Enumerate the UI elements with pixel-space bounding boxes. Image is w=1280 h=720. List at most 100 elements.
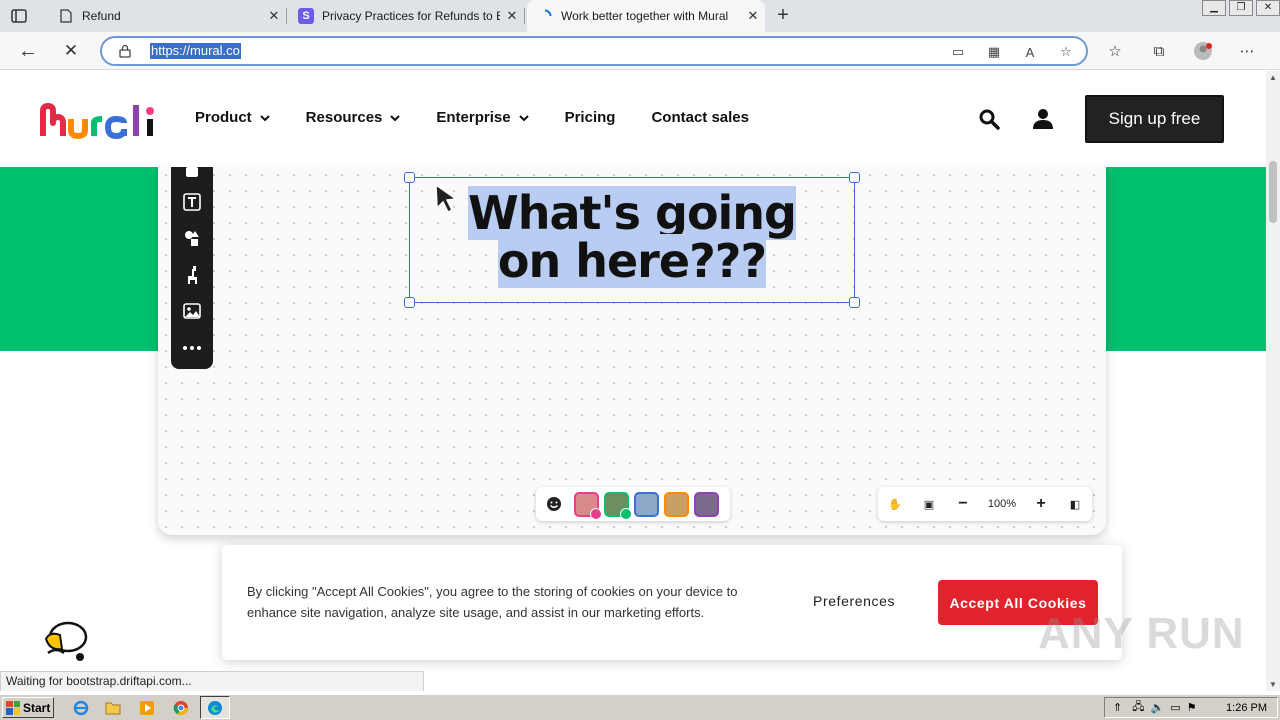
- smiley-icon[interactable]: [542, 492, 566, 516]
- chat-mascot-icon[interactable]: [40, 617, 92, 665]
- nav-enterprise[interactable]: Enterprise: [436, 109, 529, 126]
- resize-handle[interactable]: [849, 172, 860, 183]
- chrome-icon[interactable]: [172, 699, 190, 717]
- ie-icon[interactable]: [72, 699, 90, 717]
- sign-up-free-button[interactable]: Sign up free: [1085, 95, 1224, 143]
- media-player-icon[interactable]: [138, 699, 156, 717]
- tab-privacy-practices[interactable]: S Privacy Practices for Refunds to E ✕: [288, 0, 525, 32]
- profile-avatar[interactable]: [1192, 40, 1214, 62]
- apps-grid-icon[interactable]: ▦: [984, 42, 1004, 62]
- tab-actions-icon[interactable]: [10, 7, 28, 25]
- windows-logo-icon: [6, 700, 20, 715]
- text-tool-icon[interactable]: [182, 192, 202, 212]
- resize-handle[interactable]: [849, 297, 860, 308]
- start-label: Start: [23, 700, 51, 715]
- stop-loading-icon[interactable]: ✕: [60, 40, 82, 62]
- loading-spinner-icon: [537, 8, 553, 24]
- lock-icon[interactable]: [118, 44, 132, 58]
- partially-visible-text: [440, 679, 451, 691]
- url-text[interactable]: https://mural.co: [150, 43, 241, 59]
- shapes-icon[interactable]: [182, 228, 202, 248]
- outline-panel-icon[interactable]: ◧: [1066, 498, 1084, 511]
- page-scrollbar[interactable]: ▲ ▼: [1266, 71, 1280, 691]
- edge-icon[interactable]: [206, 699, 224, 717]
- close-tab-icon[interactable]: ✕: [500, 8, 524, 24]
- heading-line-1: What's going: [468, 186, 797, 240]
- nav-pricing[interactable]: Pricing: [565, 109, 616, 126]
- back-arrow-icon[interactable]: ←: [17, 40, 39, 62]
- chevron-down-icon: [390, 114, 401, 121]
- nav-contact-sales[interactable]: Contact sales: [651, 109, 749, 126]
- mouse-pointer-icon: [435, 183, 459, 213]
- tab-title: Work better together with Mural: [561, 9, 729, 23]
- close-tab-icon[interactable]: ✕: [741, 8, 765, 24]
- scrollbar-thumb[interactable]: [1269, 161, 1277, 223]
- browser-toolbar: ← ✕ https://mural.co ▭ ▦ A ☆ ☆ ⧉ ⋯: [0, 32, 1280, 70]
- device-icon[interactable]: ▭: [948, 42, 968, 62]
- zoom-in-icon[interactable]: +: [1032, 495, 1050, 513]
- resize-handle[interactable]: [404, 172, 415, 183]
- read-aloud-icon[interactable]: A: [1020, 42, 1040, 62]
- address-bar[interactable]: https://mural.co ▭ ▦ A ☆: [100, 36, 1088, 66]
- collections-icon[interactable]: ⧉: [1148, 40, 1170, 62]
- avatar[interactable]: [604, 491, 632, 520]
- llama-icon[interactable]: [182, 265, 202, 285]
- cookie-preferences-button[interactable]: Preferences: [813, 593, 895, 609]
- avatar[interactable]: [634, 491, 659, 517]
- close-window-icon[interactable]: ✕: [1256, 0, 1280, 16]
- nav-label: Product: [195, 109, 252, 126]
- avatar[interactable]: [694, 491, 719, 517]
- zoom-out-icon[interactable]: −: [954, 495, 972, 513]
- s-logo-icon: S: [298, 8, 314, 24]
- tab-refund[interactable]: Refund ✕: [48, 0, 287, 32]
- more-tools-icon[interactable]: [182, 338, 202, 358]
- new-tab-button[interactable]: +: [772, 5, 794, 27]
- site-header: Product Resources Enterprise Pricing Con…: [0, 71, 1266, 167]
- tray-expand-icon[interactable]: ⇑: [1113, 701, 1122, 714]
- flag-icon[interactable]: ⚑: [1187, 701, 1197, 714]
- system-tray: ⇑ 🖧 🔈 ▭ ⚑ 1:26 PM: [1104, 697, 1278, 718]
- chevron-down-icon: [518, 114, 529, 121]
- power-icon[interactable]: ▭: [1170, 701, 1180, 714]
- restore-icon[interactable]: ❐: [1229, 0, 1253, 16]
- nav-label: Resources: [305, 109, 383, 126]
- board-text-heading[interactable]: What's going on here???: [409, 186, 855, 288]
- avatar[interactable]: [574, 491, 602, 520]
- board-toolbar: [171, 167, 213, 369]
- close-tab-icon[interactable]: ✕: [262, 8, 286, 24]
- page-icon: [58, 8, 74, 24]
- start-button[interactable]: Start: [2, 697, 54, 718]
- heading-line-2: on here???: [497, 234, 767, 288]
- cookie-message: By clicking "Accept All Cookies", you ag…: [247, 584, 738, 620]
- mural-board-demo[interactable]: What's going on here??? ✋ ▣ − 100% + ◧: [158, 167, 1106, 535]
- nav-product[interactable]: Product: [195, 109, 270, 126]
- windows-taskbar: Start ⇑ 🖧 🔈 ▭ ⚑ 1:26 PM: [0, 694, 1280, 720]
- tab-strip: Refund ✕ S Privacy Practices for Refunds…: [0, 0, 1280, 32]
- image-icon[interactable]: [182, 301, 202, 321]
- nav-resources[interactable]: Resources: [306, 109, 401, 126]
- mural-logo[interactable]: [40, 99, 158, 139]
- scroll-down-icon[interactable]: ▼: [1269, 680, 1277, 689]
- main-navigation: Product Resources Enterprise Pricing Con…: [195, 109, 785, 126]
- user-account-icon[interactable]: [1031, 107, 1055, 131]
- map-view-icon[interactable]: ▣: [920, 498, 938, 511]
- chevron-down-icon: [259, 114, 270, 121]
- resize-handle[interactable]: [404, 297, 415, 308]
- more-options-icon[interactable]: ⋯: [1236, 40, 1258, 62]
- folder-icon[interactable]: [104, 699, 122, 717]
- zoom-level[interactable]: 100%: [988, 498, 1016, 510]
- add-favorite-icon[interactable]: ☆: [1056, 42, 1076, 62]
- avatar[interactable]: [664, 491, 689, 517]
- volume-icon[interactable]: 🔈: [1150, 701, 1164, 714]
- cookie-banner: By clicking "Accept All Cookies", you ag…: [222, 545, 1122, 660]
- tab-title: Privacy Practices for Refunds to E: [322, 9, 500, 23]
- search-icon[interactable]: [977, 107, 1001, 131]
- network-icon[interactable]: 🖧: [1132, 698, 1144, 717]
- nav-label: Contact sales: [651, 109, 749, 126]
- favorites-icon[interactable]: ☆: [1104, 40, 1126, 62]
- scroll-up-icon[interactable]: ▲: [1269, 73, 1277, 82]
- hand-tool-icon[interactable]: ✋: [886, 498, 904, 511]
- nav-label: Enterprise: [436, 109, 511, 126]
- minimize-icon[interactable]: ▁: [1202, 0, 1226, 16]
- tab-mural[interactable]: Work better together with Mural ✕: [527, 0, 765, 32]
